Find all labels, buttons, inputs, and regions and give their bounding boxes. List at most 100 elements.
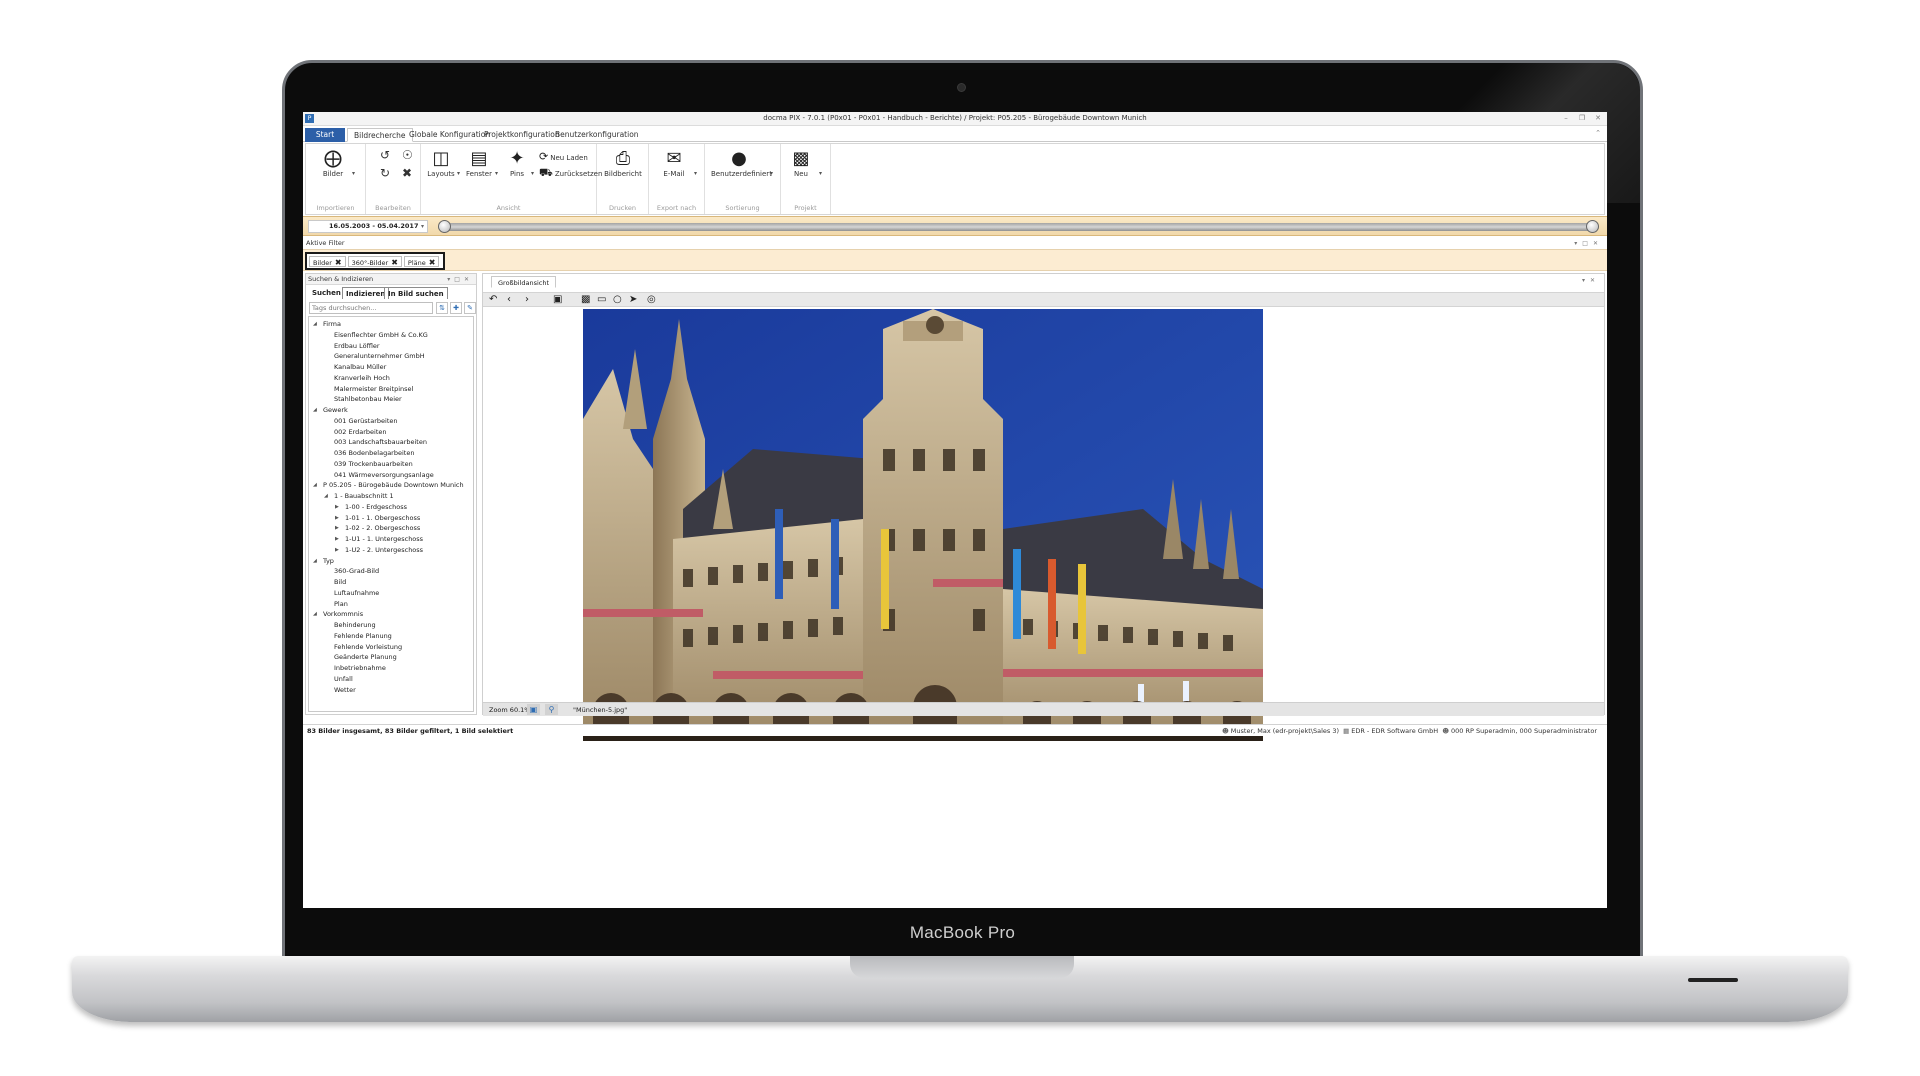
remove-filter-icon[interactable]: ✖ (391, 258, 398, 267)
expanded-arrow-icon[interactable]: ◢ (313, 609, 317, 620)
chevron-down-icon[interactable]: ▾ (531, 170, 534, 177)
tab-grossbildansicht[interactable]: Großbildansicht (491, 276, 557, 288)
tree-item[interactable]: Generalunternehmer GmbH (309, 351, 473, 362)
add-tag-icon[interactable]: ✚ (450, 302, 462, 314)
panel-controls-icon[interactable]: ▾□✕ (1574, 238, 1603, 249)
tree-item[interactable]: Malermeister Breitpinsel (309, 384, 473, 395)
rotate-left-icon[interactable]: ↺ (380, 148, 390, 162)
tree-item[interactable]: 001 Gerüstarbeiten (309, 416, 473, 427)
restore-icon[interactable]: ❐ (1575, 113, 1589, 124)
fenster-button[interactable]: ▤ Fenster (463, 148, 495, 178)
panel-controls-icon[interactable]: ▾□✕ (447, 274, 473, 285)
expanded-arrow-icon[interactable]: ◢ (313, 556, 317, 567)
collapsed-arrow-icon[interactable]: ▶ (335, 502, 339, 513)
collapsed-arrow-icon[interactable]: ▶ (335, 523, 339, 534)
tree-item[interactable]: Inbetriebnahme (309, 663, 473, 674)
chevron-down-icon[interactable]: ▾ (457, 170, 460, 177)
rotate-right-icon[interactable]: ↻ (380, 166, 390, 180)
rectangle-icon[interactable]: ▭ (597, 294, 606, 306)
collapsed-arrow-icon[interactable]: ▶ (335, 545, 339, 556)
lock-icon[interactable]: ▣ (553, 294, 562, 306)
date-range-select[interactable]: 16.05.2003 - 05.04.2017 ▾ (308, 220, 428, 233)
remove-filter-icon[interactable]: ✖ (335, 258, 342, 267)
layouts-button[interactable]: ◫ Layouts (425, 148, 457, 178)
close-icon[interactable]: ✕ (1591, 113, 1605, 124)
collapse-ribbon-icon[interactable]: ⌃ (1591, 128, 1605, 139)
collapsed-arrow-icon[interactable]: ▶ (335, 513, 339, 524)
tree-item[interactable]: 002 Erdarbeiten (309, 427, 473, 438)
tree-item[interactable]: Erdbau Löffler (309, 341, 473, 352)
neu-laden-button[interactable]: ⟳ Neu Laden (539, 150, 588, 163)
tree-item[interactable]: 036 Bodenbelagarbeiten (309, 448, 473, 459)
tree-item[interactable]: Luftaufnahme (309, 588, 473, 599)
tree-item[interactable]: 360-Grad-Bild (309, 566, 473, 577)
remove-filter-icon[interactable]: ✖ (429, 258, 436, 267)
save-icon[interactable]: ▩ (581, 294, 590, 306)
tree-item[interactable]: ◢ Firma (309, 319, 473, 330)
chevron-down-icon[interactable]: ▾ (770, 170, 773, 177)
fit-to-window-icon[interactable]: ▣ (527, 704, 540, 715)
chevron-down-icon[interactable]: ▾ (352, 170, 355, 177)
edit-tag-icon[interactable]: ✎ (464, 302, 476, 314)
tree-item[interactable]: ◢ P 05.205 - Bürogebäude Downtown Munich (309, 480, 473, 491)
tree-item[interactable]: Plan (309, 599, 473, 610)
collapsed-arrow-icon[interactable]: ▶ (335, 534, 339, 545)
sort-tags-icon[interactable]: ⇅ (436, 302, 448, 314)
expanded-arrow-icon[interactable]: ◢ (313, 405, 317, 416)
date-slider-start-handle[interactable] (438, 220, 451, 233)
tree-item[interactable]: ▶ 1-02 - 2. Obergeschoss (309, 523, 473, 534)
tree-item[interactable]: Eisenflechter GmbH & Co.KG (309, 330, 473, 341)
minimize-icon[interactable]: – (1559, 113, 1573, 124)
tree-item[interactable]: Kranverleih Hoch (309, 373, 473, 384)
tab-indizieren[interactable]: Indizieren (342, 287, 390, 299)
tab-benutzerkonfiguration[interactable]: Benutzerkonfiguration (549, 128, 645, 142)
filter-chip[interactable]: Pläne ✖ (403, 256, 440, 267)
tree-item[interactable]: ▶ 1-00 - Erdgeschoss (309, 502, 473, 513)
bilder-button[interactable]: ⨁ Bilder (316, 148, 350, 178)
pins-button[interactable]: ✦ Pins (503, 148, 531, 178)
tree-item[interactable]: Bild (309, 577, 473, 588)
arrow-icon[interactable]: ➤ (629, 294, 637, 306)
benutzerdefiniert-button[interactable]: ● Benutzerdefiniert (711, 148, 772, 178)
date-slider-end-handle[interactable] (1586, 220, 1599, 233)
tree-item[interactable]: ◢ 1 - Bauabschnitt 1 (309, 491, 473, 502)
tab-in-bild-suchen[interactable]: In Bild suchen (384, 287, 448, 299)
tree-item[interactable]: ▶ 1-U2 - 2. Untergeschoss (309, 545, 473, 556)
neu-button[interactable]: ▩ Neu (787, 148, 815, 178)
pin-add-icon[interactable]: ☉ (402, 148, 413, 162)
zuruecksetzen-button[interactable]: ⛟ Zurücksetzen (539, 166, 602, 181)
bildbericht-button[interactable]: ⎙ Bildbericht (603, 148, 643, 178)
back-icon[interactable]: ‹ (507, 294, 511, 306)
tree-item[interactable]: Geänderte Planung (309, 652, 473, 663)
chevron-down-icon[interactable]: ▾ (495, 170, 498, 177)
tree-item[interactable]: ◢ Typ (309, 556, 473, 567)
tree-item[interactable]: Fehlende Vorleistung (309, 642, 473, 653)
pin-remove-icon[interactable]: ✖ (402, 166, 412, 180)
email-button[interactable]: ✉ E-Mail (657, 148, 691, 178)
date-slider-track[interactable] (438, 223, 1599, 231)
zoom-icon[interactable]: ⚲ (545, 704, 558, 715)
tree-item[interactable]: Wetter (309, 685, 473, 696)
tree-item[interactable]: ◢ Vorkommnis (309, 609, 473, 620)
expanded-arrow-icon[interactable]: ◢ (324, 491, 328, 502)
tab-suchen[interactable]: Suchen (309, 287, 344, 299)
tree-item[interactable]: 039 Trockenbauarbeiten (309, 459, 473, 470)
panel-controls-icon[interactable]: ▾✕ (1582, 277, 1600, 284)
circle-icon[interactable]: ○ (613, 294, 622, 306)
tree-item[interactable]: Kanalbau Müller (309, 362, 473, 373)
tree-item[interactable]: Fehlende Planung (309, 631, 473, 642)
target-icon[interactable]: ◎ (647, 294, 656, 306)
undo-icon[interactable]: ↶ (489, 294, 497, 306)
tree-item[interactable]: 003 Landschaftsbauarbeiten (309, 437, 473, 448)
expanded-arrow-icon[interactable]: ◢ (313, 319, 317, 330)
tree-item[interactable]: ◢ Gewerk (309, 405, 473, 416)
tree-item[interactable]: ▶ 1-U1 - 1. Untergeschoss (309, 534, 473, 545)
tree-item[interactable]: Unfall (309, 674, 473, 685)
tab-start[interactable]: Start (305, 128, 345, 142)
tree-item[interactable]: Stahlbetonbau Meier (309, 394, 473, 405)
tree-item[interactable]: Behinderung (309, 620, 473, 631)
tree-item[interactable]: ▶ 1-01 - 1. Obergeschoss (309, 513, 473, 524)
tree-item[interactable]: 041 Wärmeversorgungsanlage (309, 470, 473, 481)
tag-search-input[interactable] (309, 302, 433, 314)
expanded-arrow-icon[interactable]: ◢ (313, 480, 317, 491)
